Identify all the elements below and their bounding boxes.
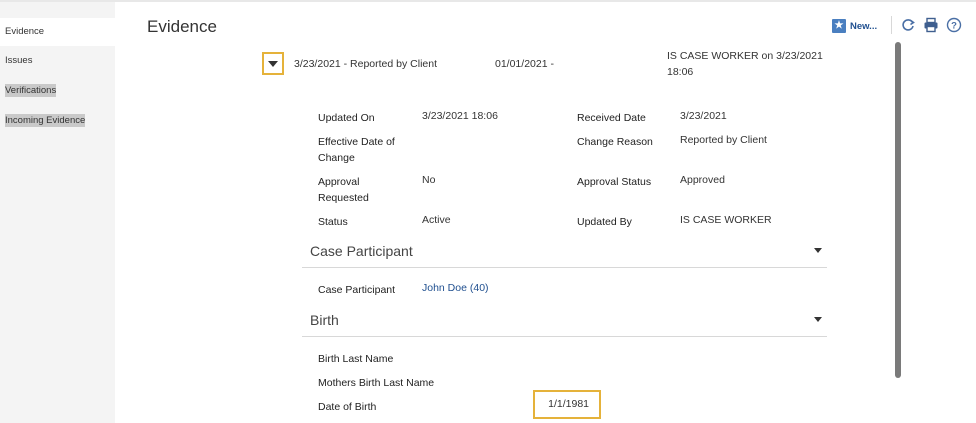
- date-of-birth-highlight: 1/1/1981: [533, 390, 601, 419]
- sidebar-item-issues[interactable]: Issues: [0, 47, 115, 75]
- vertical-scrollbar[interactable]: [895, 42, 901, 378]
- chevron-down-icon: [814, 248, 822, 253]
- mothers-birth-last-name-label: Mothers Birth Last Name: [318, 377, 435, 389]
- sidebar-item-label: Evidence: [5, 26, 45, 37]
- new-button[interactable]: ★ New...: [832, 18, 877, 34]
- section-title: Birth: [310, 312, 339, 328]
- effective-date-label-line-1: Effective Date of: [318, 136, 395, 148]
- case-participant-section-header[interactable]: Case Participant: [302, 237, 827, 268]
- help-icon[interactable]: ?: [946, 17, 962, 33]
- approval-requested-value: No: [422, 174, 436, 186]
- approval-status-label: Approval Status: [577, 176, 652, 188]
- updated-by-label: Updated By: [577, 216, 632, 228]
- sidebar-item-label: Issues: [5, 55, 33, 66]
- evidence-summary: 3/23/2021 - Reported by Client: [294, 58, 438, 70]
- case-participant-label: Case Participant: [318, 284, 396, 296]
- updated-on-value: 3/23/2021 18:06: [422, 110, 498, 122]
- chevron-down-icon: [814, 317, 822, 322]
- received-date-value: 3/23/2021: [680, 110, 727, 122]
- sidebar: Evidence Issues Verifications Incoming E…: [0, 2, 115, 423]
- sidebar-item-evidence[interactable]: Evidence: [0, 18, 115, 46]
- updated-on-label: Updated On: [318, 112, 375, 124]
- birth-last-name-label: Birth Last Name: [318, 353, 394, 365]
- effective-date-label-line-2: Change: [318, 152, 355, 164]
- section-title: Case Participant: [310, 243, 413, 259]
- sidebar-item-label: Verifications: [5, 84, 57, 97]
- status-value: Active: [422, 214, 451, 226]
- approval-requested-label-line-2: Requested: [318, 192, 369, 204]
- top-border: [0, 0, 976, 2]
- star-icon: ★: [832, 19, 846, 33]
- status-label: Status: [318, 216, 348, 228]
- evidence-updated-line-2: 18:06: [667, 66, 694, 78]
- approval-requested-label-line-1: Approval: [318, 176, 360, 188]
- expand-toggle-button[interactable]: [262, 52, 284, 75]
- change-reason-value: Reported by Client: [680, 134, 767, 146]
- sidebar-item-label: Incoming Evidence: [5, 114, 86, 127]
- date-of-birth-label: Date of Birth: [318, 401, 377, 413]
- refresh-icon[interactable]: [900, 17, 916, 33]
- birth-section-header[interactable]: Birth: [302, 306, 827, 337]
- change-reason-label: Change Reason: [577, 136, 653, 148]
- sidebar-item-incoming-evidence[interactable]: Incoming Evidence: [0, 107, 115, 135]
- evidence-updated-line-1: IS CASE WORKER on 3/23/2021: [667, 50, 823, 62]
- evidence-period: 01/01/2021 -: [495, 58, 554, 70]
- page-title: Evidence: [147, 17, 217, 36]
- chevron-down-icon: [268, 60, 278, 67]
- svg-text:?: ?: [951, 21, 957, 32]
- updated-by-value: IS CASE WORKER: [680, 214, 772, 226]
- new-button-label: New...: [850, 20, 878, 32]
- received-date-label: Received Date: [577, 112, 646, 124]
- date-of-birth-value: 1/1/1981: [548, 398, 589, 410]
- sidebar-item-verifications[interactable]: Verifications: [0, 77, 115, 105]
- approval-status-value: Approved: [680, 174, 725, 186]
- header-divider: [891, 16, 892, 34]
- print-icon[interactable]: [923, 17, 939, 33]
- case-participant-link[interactable]: John Doe (40): [422, 280, 489, 296]
